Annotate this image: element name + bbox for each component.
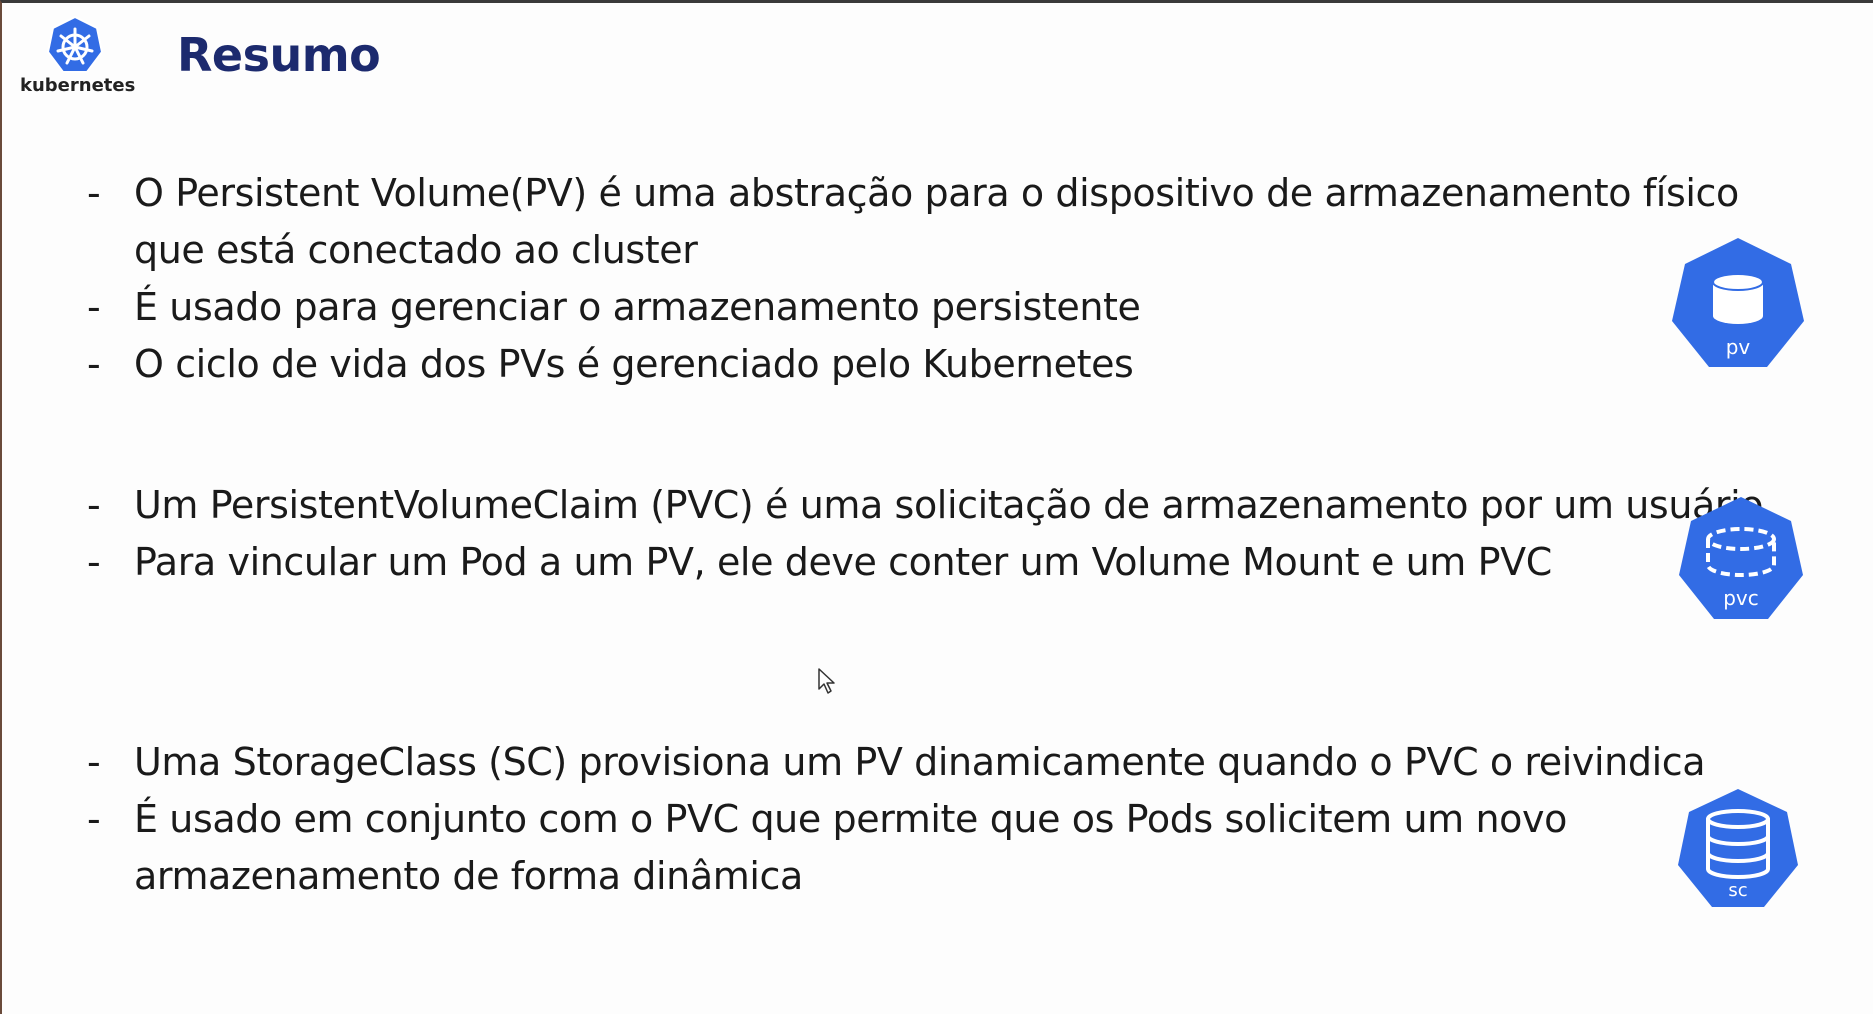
bullet-pvc-definition: - Um PersistentVolumeClaim (PVC) é uma s… xyxy=(82,477,1802,534)
pv-icon: pv xyxy=(1672,238,1804,367)
bullet-text-pre: Um xyxy=(134,483,210,527)
slide: kubernetes Resumo - O Persistent Volume(… xyxy=(0,0,1873,1014)
pvc-section: - Um PersistentVolumeClaim (PVC) é uma s… xyxy=(82,477,1802,591)
bullet-term: PersistentVolumeClaim (PVC) xyxy=(209,483,754,527)
sc-section: - Uma StorageClass (SC) provisiona um PV… xyxy=(82,734,1802,905)
bullet-term: Persistent Volume(PV) xyxy=(175,171,587,215)
bullet-dash: - xyxy=(87,540,101,584)
sc-icon-label: sc xyxy=(1728,880,1747,901)
kubernetes-logo: kubernetes xyxy=(20,15,136,103)
bullet-dash: - xyxy=(87,285,101,329)
bullet-text-pre: O xyxy=(134,171,176,215)
bullet-pv-definition: - O Persistent Volume(PV) é uma abstraçã… xyxy=(82,165,1802,279)
bullet-text-pre: Uma xyxy=(134,740,233,784)
bullet-text-post: é uma solicitação de armazenamento por u… xyxy=(753,483,1775,527)
bullet-text-pre: O ciclo de vida dos PVs é gerenciado pel… xyxy=(134,342,1134,386)
bullet-dash: - xyxy=(87,740,101,784)
helm-wheel-icon xyxy=(46,15,104,73)
bullet-text-pre: É usado em conjunto com o PVC que permit… xyxy=(134,797,1567,898)
mouse-cursor-icon xyxy=(818,668,835,694)
bullet-dash: - xyxy=(87,797,101,841)
bullet-pvc-binding: - Para vincular um Pod a um PV, ele deve… xyxy=(82,534,1802,591)
bullet-pv-lifecycle: - O ciclo de vida dos PVs é gerenciado p… xyxy=(82,336,1802,393)
bullet-dash: - xyxy=(87,171,101,215)
bullet-sc-definition: - Uma StorageClass (SC) provisiona um PV… xyxy=(82,734,1802,791)
pvc-icon-label: pvc xyxy=(1723,586,1759,610)
bullet-text-pre: É usado para gerenciar o armazenamento p… xyxy=(134,285,1141,329)
bullet-text-post: provisiona um PV dinamicamente quando o … xyxy=(566,740,1706,784)
bullet-sc-usage: - É usado em conjunto com o PVC que perm… xyxy=(82,791,1802,905)
logo-text: kubernetes xyxy=(20,75,136,96)
bullet-dash: - xyxy=(87,483,101,527)
sc-icon: sc xyxy=(1678,789,1798,907)
pv-icon-label: pv xyxy=(1726,335,1751,359)
pvc-icon: pvc xyxy=(1679,497,1803,619)
bullet-term: StorageClass (SC) xyxy=(232,740,568,784)
slide-title: Resumo xyxy=(177,28,381,82)
bullet-dash: - xyxy=(87,342,101,386)
pv-section: - O Persistent Volume(PV) é uma abstraçã… xyxy=(82,165,1802,393)
bullet-text-pre: Para vincular um Pod a um PV, ele deve c… xyxy=(134,540,1552,584)
bullet-pv-usage: - É usado para gerenciar o armazenamento… xyxy=(82,279,1802,336)
